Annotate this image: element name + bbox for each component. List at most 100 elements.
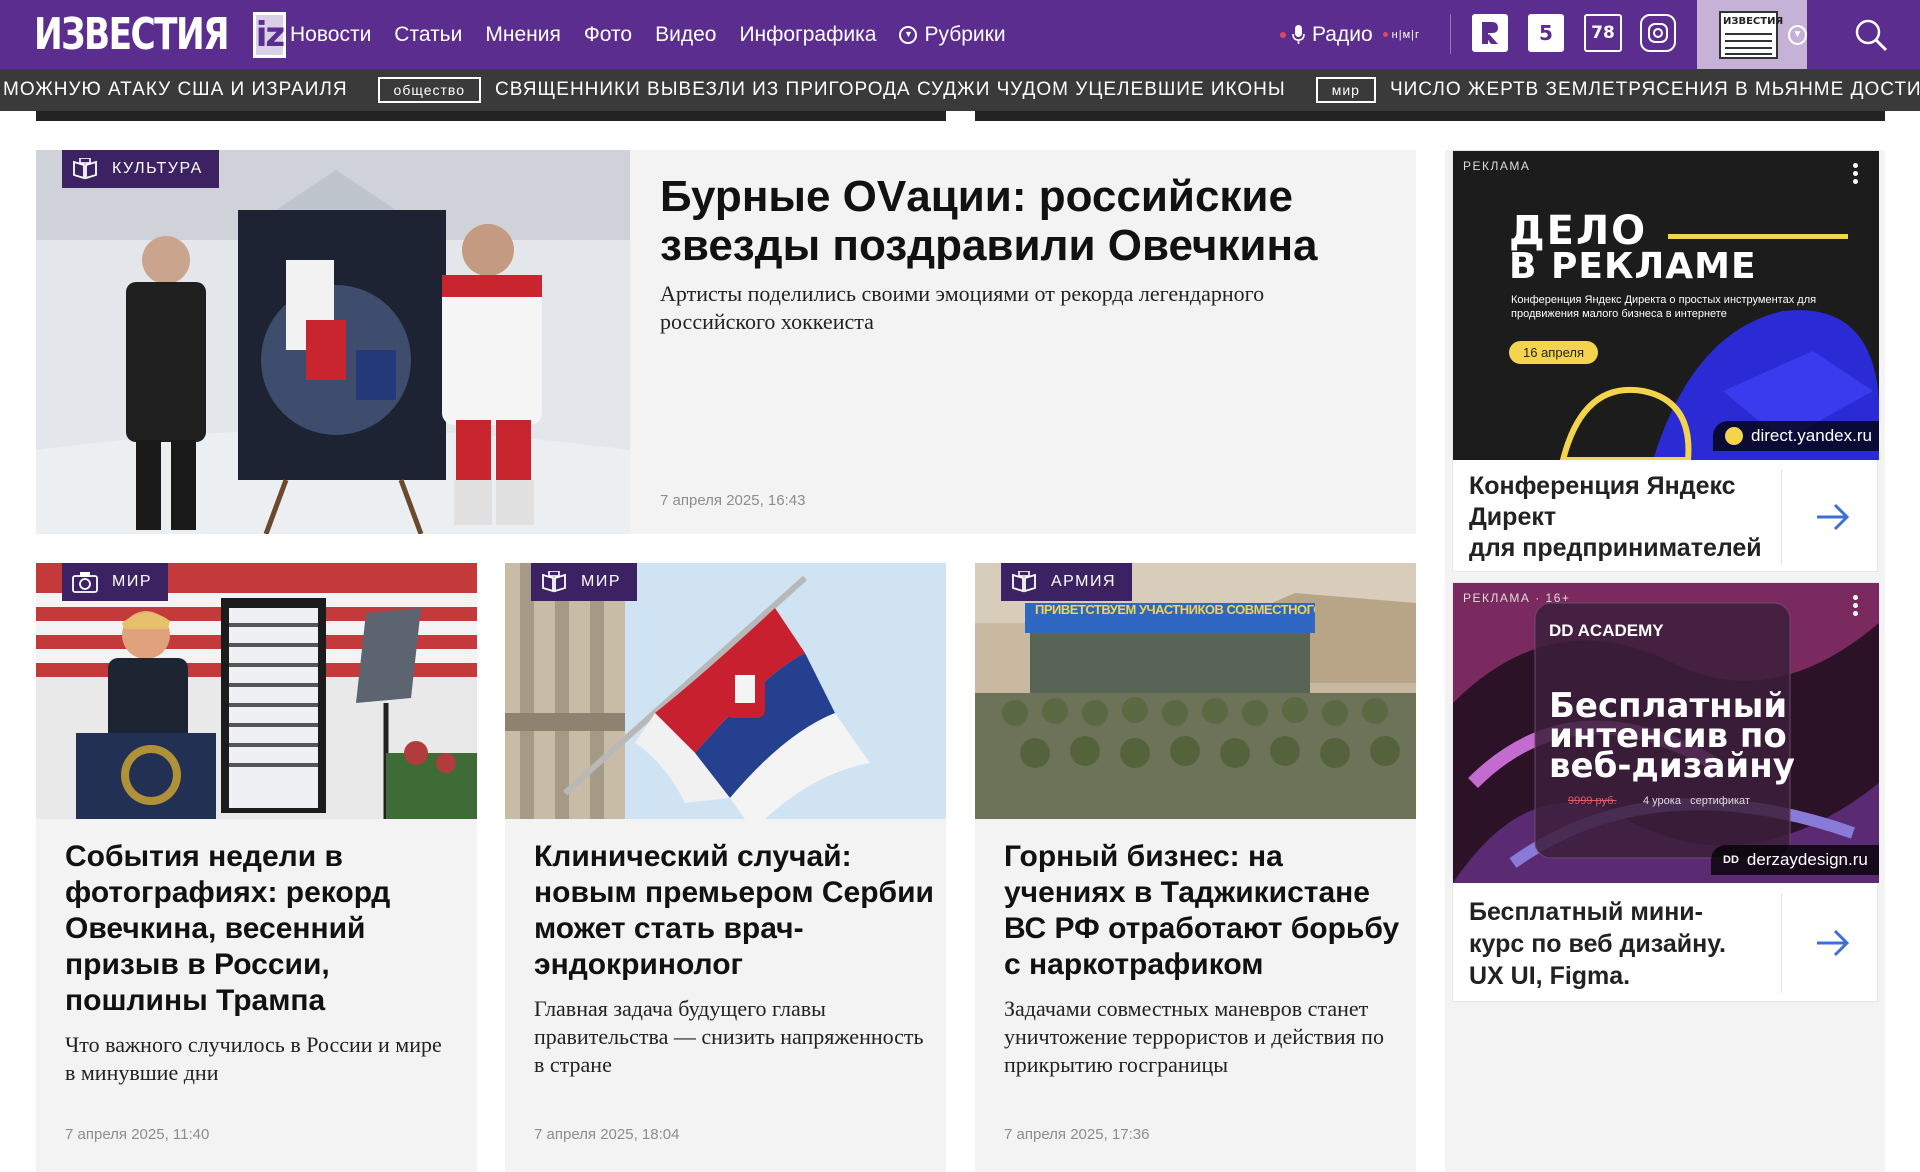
nav-item-infographics[interactable]: Инфографика [739, 23, 876, 47]
ad-block[interactable]: DD ACADEMY Бесплатный интенсив по веб-ди… [1452, 582, 1879, 1002]
live-dot-icon [1280, 31, 1286, 38]
article-date: 7 апреля 2025, 11:40 [65, 1126, 210, 1143]
ticker-tag[interactable]: мир [1315, 77, 1376, 103]
rubric-badge[interactable]: Мир [62, 563, 168, 601]
article-image[interactable]: Мир [505, 563, 946, 819]
ad-promo-line2: В РЕКЛАМЕ [1509, 246, 1757, 287]
article-lead: Задачами совместных маневров станет унич… [1004, 996, 1384, 1077]
newspaper-line [1725, 46, 1772, 49]
ad-image[interactable]: DD ACADEMY Бесплатный интенсив по веб-ди… [1453, 583, 1879, 883]
ad-title-line: Бесплатный мини- [1469, 898, 1703, 926]
radio-frequency-text: н|м|г [1391, 28, 1421, 41]
site-logo[interactable]: ИЗВЕСТИЯ iz [0, 0, 287, 69]
article-date: 7 апреля 2025, 17:36 [1004, 1126, 1150, 1143]
newspaper-icon-title: ИЗВЕСТИЯ [1723, 15, 1784, 27]
rubrics-label: Рубрики [924, 22, 1006, 46]
ticker-item[interactable]: можную атаку США и Израиля [3, 79, 348, 101]
chevron-down-icon: ▼ [899, 25, 918, 44]
channel-5-label: 5 [1539, 21, 1553, 45]
rubric-label: Культура [112, 160, 203, 177]
ticker-underline [975, 111, 1885, 121]
yandex-logo-icon [1725, 427, 1743, 445]
search-icon[interactable] [1854, 18, 1888, 52]
ad-block[interactable]: ДЕЛО В РЕКЛАМЕ Конференция Яндекс Директ… [1452, 150, 1879, 572]
article-image[interactable]: Мир [36, 563, 477, 819]
ad-domain[interactable]: DD derzaydesign.ru [1711, 845, 1879, 875]
ticker-underline [36, 111, 946, 121]
rubric-label: Мир [581, 573, 621, 590]
main-nav: Новости Статьи Мнения Фото Видео Инфогра… [290, 0, 1029, 69]
main-article-card[interactable]: Культура Бурные OVации: российские звезд… [36, 150, 1416, 534]
ticker-item[interactable]: Священники вывезли из пригорода Суджи чу… [495, 79, 1286, 101]
arrow-right-icon[interactable] [1813, 501, 1853, 533]
book-icon [73, 158, 97, 180]
article-date: 7 апреля 2025, 18:04 [534, 1126, 680, 1143]
more-options-icon[interactable] [1853, 163, 1859, 185]
nav-item-photo[interactable]: Фото [584, 23, 632, 47]
ad-domain-text: derzaydesign.ru [1746, 850, 1868, 869]
channel-78-button[interactable]: 78 [1584, 14, 1622, 52]
tv-channel-glyph-icon [1648, 23, 1668, 43]
radio-link[interactable]: Радио н|м|г [1280, 0, 1420, 69]
article-lead: Главная задача будущего главы правительс… [534, 996, 924, 1077]
rubric-label: Мир [112, 573, 152, 590]
channel-logo-ren-icon[interactable] [1472, 14, 1508, 52]
logo-badge: iz [252, 11, 287, 58]
ticker-tag[interactable]: общество [377, 77, 481, 103]
microphone-icon [1292, 24, 1305, 44]
ad-image[interactable]: ДЕЛО В РЕКЛАМЕ Конференция Яндекс Директ… [1453, 151, 1879, 460]
rubric-badge[interactable]: Культура [62, 150, 219, 188]
ad-promo-line: веб-дизайну [1549, 746, 1795, 786]
radio-frequency: н|м|г [1382, 28, 1421, 41]
ticker-item[interactable]: Число жертв землетрясения в Мьянме дости… [1390, 79, 1920, 101]
main-article-date: 7 апреля 2025, 16:43 [660, 492, 806, 509]
ad-title-line: Директ [1469, 503, 1557, 531]
channel-5-button[interactable]: 5 [1528, 14, 1564, 52]
ad-promo-meta: 4 урока сертификат [1643, 795, 1750, 807]
nav-item-video[interactable]: Видео [655, 23, 716, 47]
ad-label: Реклама · 16+ [1463, 591, 1571, 605]
ad-domain[interactable]: direct.yandex.ru [1713, 421, 1879, 451]
article-title[interactable]: Горный бизнес: на учениях в Таджикистане… [1004, 839, 1404, 983]
ad-promo-brand: DD ACADEMY [1549, 621, 1664, 640]
article-card[interactable]: Мир События недели в фотографиях: рекорд… [36, 563, 477, 1172]
nav-item-opinions[interactable]: Мнения [485, 23, 560, 47]
more-options-icon[interactable] [1853, 595, 1859, 617]
ad-label: Реклама [1463, 159, 1531, 173]
ad-title-line: Конференция Яндекс [1469, 472, 1736, 500]
nav-item-rubrics[interactable]: ▼ Рубрики [899, 22, 1006, 47]
ad-promo-subtitle: Конференция Яндекс Директа о простых инс… [1511, 294, 1817, 320]
main-article-title[interactable]: Бурные OVации: российские звезды поздрав… [660, 172, 1360, 270]
main-article-image[interactable]: Культура [36, 150, 630, 534]
hockey-photo [36, 150, 630, 534]
article-image[interactable]: ПРИВЕТСТВУЕМ УЧАСТНИКОВ СОВМЕСТНОГО УЧЕН… [975, 563, 1416, 819]
book-icon [1012, 571, 1036, 593]
logo-wordmark: ИЗВЕСТИЯ [34, 8, 230, 60]
ad-promo-title: Бесплатный интенсив по веб-дизайну [1549, 689, 1795, 786]
nav-item-news[interactable]: Новости [290, 23, 371, 47]
ad-promo-line1: ДЕЛО [1509, 208, 1648, 254]
article-card[interactable]: Мир Клинический случай: новым премьером … [505, 563, 946, 1172]
frequency-dot-icon [1382, 32, 1388, 37]
rubric-badge[interactable]: Мир [531, 563, 637, 601]
camera-icon [72, 572, 98, 593]
rubric-label: Армия [1051, 573, 1117, 590]
ad-promo-price: 9999 руб. [1568, 795, 1617, 807]
channel-tv-icon[interactable] [1640, 14, 1676, 52]
ad-title[interactable]: Бесплатный мини- курс по веб дизайну. UX… [1469, 896, 1799, 992]
nav-item-articles[interactable]: Статьи [394, 23, 462, 47]
ad-title[interactable]: Конференция Яндекс Директ для предприним… [1469, 471, 1799, 564]
article-card[interactable]: ПРИВЕТСТВУЕМ УЧАСТНИКОВ СОВМЕСТНОГО УЧЕН… [975, 563, 1416, 1172]
article-title[interactable]: Клинический случай: новым премьером Серб… [534, 839, 934, 983]
newspaper-button[interactable]: ИЗВЕСТИЯ ▼ [1697, 0, 1807, 69]
channel-78-label: 78 [1591, 23, 1615, 43]
ad-title-line: для предпринимателей [1469, 534, 1762, 562]
article-lead: Что важного случилось в России и мире в … [65, 1032, 442, 1085]
ad-title-line: курс по веб дизайну. [1469, 930, 1726, 958]
serbia-flag-photo [505, 563, 946, 819]
top-navigation-bar: ИЗВЕСТИЯ iz Новости Статьи Мнения Фото В… [0, 0, 1920, 69]
ren-tv-icon [1482, 22, 1498, 44]
article-title[interactable]: События недели в фотографиях: рекорд Ове… [65, 839, 465, 1019]
arrow-right-icon[interactable] [1813, 927, 1853, 959]
rubric-badge[interactable]: Армия [1001, 563, 1133, 601]
